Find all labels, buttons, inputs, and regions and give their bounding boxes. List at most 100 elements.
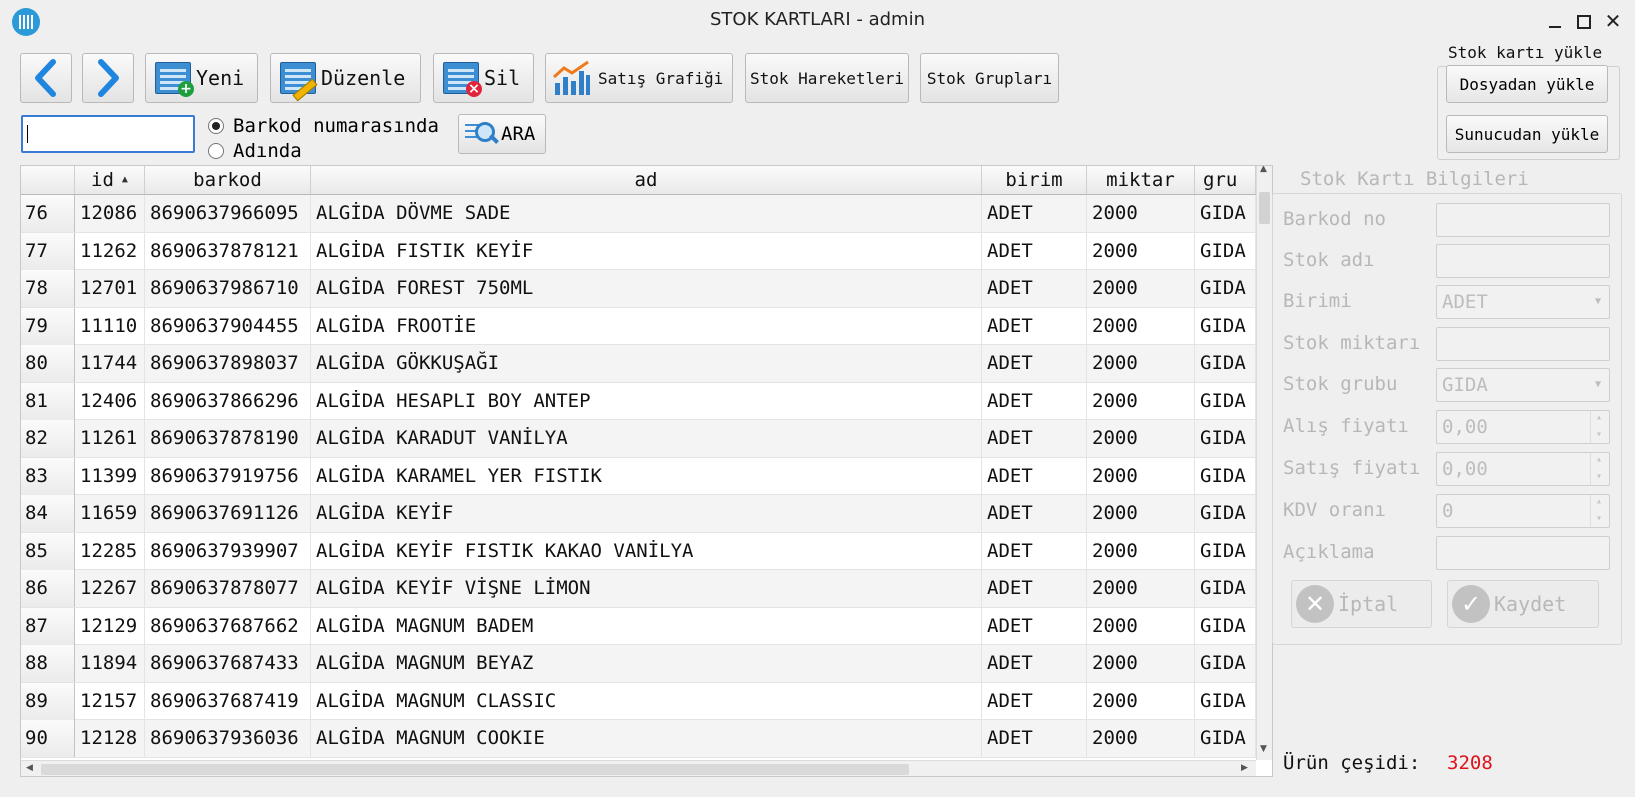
table-row[interactable]: 79 11110 8690637904455 ALGİDA FROOTİE ADET 20…	[21, 307, 1256, 345]
barcode-cell[interactable]: 8690637687662	[145, 607, 311, 645]
cancel-button[interactable]: ✕ İptal	[1291, 580, 1432, 628]
stock-name-field[interactable]	[1436, 244, 1610, 278]
unit-cell[interactable]: ADET	[982, 307, 1087, 345]
description-field[interactable]	[1436, 536, 1610, 570]
name-cell[interactable]: ALGİDA KARAMEL YER FISTIK	[311, 457, 982, 495]
group-cell[interactable]: GIDA	[1195, 682, 1256, 720]
row-number-cell[interactable]: 79	[21, 307, 75, 345]
vertical-scroll-thumb[interactable]	[1259, 192, 1270, 224]
maximize-button[interactable]	[1572, 10, 1594, 32]
unit-cell[interactable]: ADET	[982, 607, 1087, 645]
name-cell[interactable]: ALGİDA FROOTİE	[311, 307, 982, 345]
group-cell[interactable]: GIDA	[1195, 232, 1256, 270]
row-number-cell[interactable]: 81	[21, 382, 75, 420]
quantity-cell[interactable]: 2000	[1087, 382, 1195, 420]
barcode-cell[interactable]: 8690637878190	[145, 420, 311, 457]
quantity-cell[interactable]: 2000	[1087, 607, 1195, 645]
previous-button[interactable]	[20, 53, 72, 103]
row-number-cell[interactable]: 78	[21, 270, 75, 307]
id-cell[interactable]: 12157	[75, 682, 145, 720]
new-button[interactable]: + Yeni	[145, 53, 258, 103]
barcode-cell[interactable]: 8690637919756	[145, 457, 311, 495]
unit-cell[interactable]: ADET	[982, 382, 1087, 420]
name-cell[interactable]: ALGİDA MAGNUM BEYAZ	[311, 645, 982, 682]
buy-price-spinner[interactable]: 0,00	[1436, 402, 1610, 451]
barcode-cell[interactable]: 8690637904455	[145, 307, 311, 345]
horizontal-scrollbar[interactable]: ◀ ▶	[21, 760, 1256, 776]
group-cell[interactable]: GIDA	[1195, 457, 1256, 495]
group-cell[interactable]: GIDA	[1195, 420, 1256, 457]
table-row[interactable]: 77 11262 8690637878121 ALGİDA FISTIK KEYİF A…	[21, 232, 1256, 270]
row-number-cell[interactable]: 76	[21, 195, 75, 232]
id-cell[interactable]: 11110	[75, 307, 145, 345]
scroll-left-icon[interactable]: ◀	[26, 763, 33, 773]
stock-qty-field[interactable]	[1436, 327, 1610, 361]
quantity-cell[interactable]: 2000	[1087, 495, 1195, 532]
quantity-cell[interactable]: 2000	[1087, 307, 1195, 345]
stock-groups-button[interactable]: Stok Grupları	[920, 53, 1059, 103]
barcode-cell[interactable]: 8690637936036	[145, 720, 311, 757]
table-row[interactable]: 81 12406 8690637866296 ALGİDA HESAPLI BOY A…	[21, 382, 1256, 420]
row-number-cell[interactable]: 83	[21, 457, 75, 495]
edit-button[interactable]: Düzenle	[270, 53, 421, 103]
table-row[interactable]: 84 11659 8690637691126 ALGİDA KEYİF ADET 2000…	[21, 495, 1256, 533]
table-row[interactable]: 86 12267 8690637878077 ALGİDA KEYİF VİŞNE L…	[21, 570, 1256, 608]
barcode-cell[interactable]: 8690637878077	[145, 570, 311, 607]
id-cell[interactable]: 11659	[75, 495, 145, 532]
table-row[interactable]: 76 12086 8690637966095 ALGİDA DÖVME SADE ADE…	[21, 195, 1256, 233]
table-row[interactable]: 90 12128 8690637936036 ALGİDA MAGNUM COOKIE…	[21, 720, 1256, 758]
barcode-cell[interactable]: 8690637966095	[145, 195, 311, 232]
quantity-cell[interactable]: 2000	[1087, 570, 1195, 607]
row-number-cell[interactable]: 85	[21, 532, 75, 570]
spinner-arrows-icon[interactable]	[1590, 486, 1609, 535]
column-header-miktar[interactable]: miktar	[1087, 166, 1195, 194]
name-cell[interactable]: ALGİDA MAGNUM COOKIE	[311, 720, 982, 757]
quantity-cell[interactable]: 2000	[1087, 270, 1195, 307]
table-row[interactable]: 78 12701 8690637986710 ALGİDA FOREST 750ML A…	[21, 270, 1256, 308]
table-row[interactable]: 83 11399 8690637919756 ALGİDA KARAMEL YER F…	[21, 457, 1256, 495]
quantity-cell[interactable]: 2000	[1087, 420, 1195, 457]
scroll-right-icon[interactable]: ▶	[1241, 763, 1248, 773]
table-row[interactable]: 85 12285 8690637939907 ALGİDA KEYİF FISTIK …	[21, 532, 1256, 570]
row-number-cell[interactable]: 82	[21, 420, 75, 457]
quantity-cell[interactable]: 2000	[1087, 532, 1195, 570]
barcode-cell[interactable]: 8690637939907	[145, 532, 311, 570]
load-from-file-button[interactable]: Dosyadan yükle	[1446, 65, 1608, 103]
group-cell[interactable]: GIDA	[1195, 307, 1256, 345]
load-from-server-button[interactable]: Sunucudan yükle	[1446, 115, 1608, 153]
group-cell[interactable]: GIDA	[1195, 532, 1256, 570]
barcode-cell[interactable]: 8690637687433	[145, 645, 311, 682]
name-cell[interactable]: ALGİDA GÖKKUŞAĞI	[311, 345, 982, 382]
name-cell[interactable]: ALGİDA KARADUT VANİLYA	[311, 420, 982, 457]
quantity-cell[interactable]: 2000	[1087, 195, 1195, 232]
id-cell[interactable]: 11261	[75, 420, 145, 457]
name-cell[interactable]: ALGİDA MAGNUM BADEM	[311, 607, 982, 645]
unit-cell[interactable]: ADET	[982, 345, 1087, 382]
search-by-name-radio[interactable]: Adında	[208, 140, 302, 162]
save-button[interactable]: ✓ Kaydet	[1447, 580, 1599, 628]
unit-cell[interactable]: ADET	[982, 495, 1087, 532]
unit-cell[interactable]: ADET	[982, 457, 1087, 495]
name-cell[interactable]: ALGİDA MAGNUM CLASSIC	[311, 682, 982, 720]
column-header-id[interactable]: id ▲	[75, 166, 145, 194]
vat-rate-spinner[interactable]: 0	[1436, 486, 1610, 535]
name-cell[interactable]: ALGİDA FOREST 750ML	[311, 270, 982, 307]
group-cell[interactable]: GIDA	[1195, 345, 1256, 382]
unit-cell[interactable]: ADET	[982, 420, 1087, 457]
table-row[interactable]: 87 12129 8690637687662 ALGİDA MAGNUM BADEM A…	[21, 607, 1256, 645]
row-number-cell[interactable]: 90	[21, 720, 75, 757]
id-cell[interactable]: 11399	[75, 457, 145, 495]
row-number-cell[interactable]: 89	[21, 682, 75, 720]
unit-cell[interactable]: ADET	[982, 570, 1087, 607]
delete-button[interactable]: × Sil	[433, 53, 534, 103]
unit-cell[interactable]: ADET	[982, 270, 1087, 307]
stock-group-select[interactable]: GIDA ▼	[1436, 368, 1610, 402]
group-cell[interactable]: GIDA	[1195, 570, 1256, 607]
spinner-arrows-icon[interactable]	[1590, 444, 1609, 493]
group-cell[interactable]: GIDA	[1195, 495, 1256, 532]
row-number-cell[interactable]: 88	[21, 645, 75, 682]
table-row[interactable]: 82 11261 8690637878190 ALGİDA KARADUT VANİL…	[21, 420, 1256, 458]
quantity-cell[interactable]: 2000	[1087, 232, 1195, 270]
quantity-cell[interactable]: 2000	[1087, 720, 1195, 757]
column-header-ad[interactable]: ad	[311, 166, 982, 194]
